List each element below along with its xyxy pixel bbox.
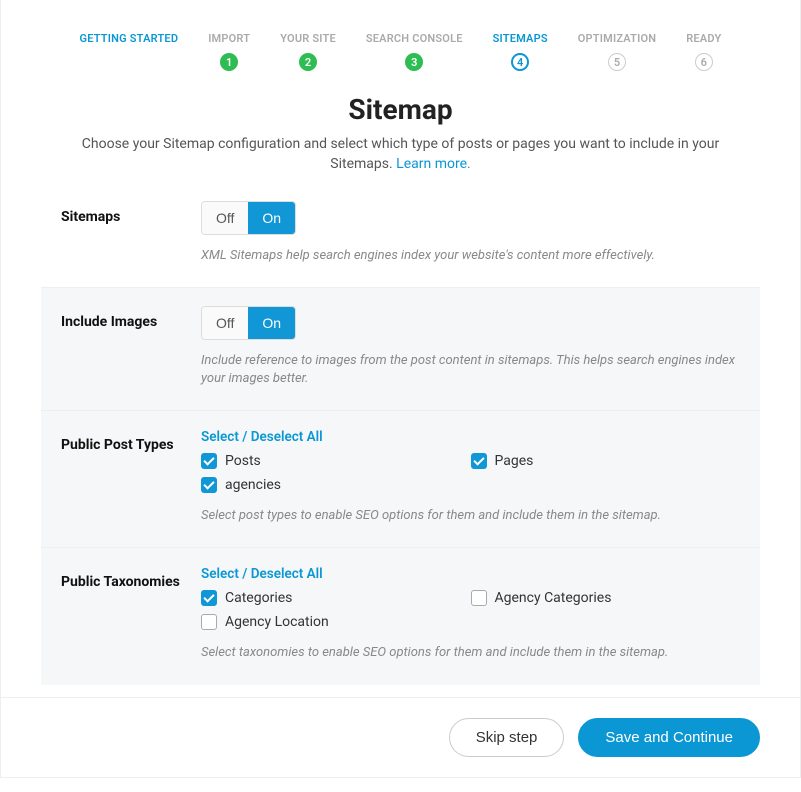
toggle-on[interactable]: On	[248, 307, 295, 339]
step-label: OPTIMIZATION	[578, 32, 656, 45]
checkbox-icon	[201, 590, 217, 606]
checkbox-icon	[471, 590, 487, 606]
step-label: YOUR SITE	[280, 32, 336, 45]
row-taxonomies: Public Taxonomies Select / Deselect All …	[41, 547, 760, 684]
page-header: Sitemap Choose your Sitemap configuratio…	[1, 81, 800, 197]
step-number: 6	[695, 53, 713, 71]
checkbox-agencies[interactable]: agencies	[201, 475, 471, 495]
taxonomies-list: Categories Agency Categories Agency Loca…	[201, 588, 740, 632]
setup-wizard: GETTING STARTED IMPORT 1 YOUR SITE 2 SEA…	[0, 0, 801, 778]
step-number: 1	[220, 53, 238, 71]
field-body: Off On XML Sitemaps help search engines …	[201, 201, 740, 265]
checkbox-icon	[471, 453, 487, 469]
step-number: 5	[608, 53, 626, 71]
images-toggle: Off On	[201, 306, 296, 340]
step-label: READY	[686, 32, 721, 45]
learn-more-link[interactable]: Learn more.	[396, 156, 471, 172]
checkbox-label: Pages	[495, 453, 534, 469]
sitemaps-toggle: Off On	[201, 201, 296, 235]
checkbox-posts[interactable]: Posts	[201, 451, 471, 471]
checkbox-label: Posts	[225, 453, 261, 469]
skip-button[interactable]: Skip step	[449, 718, 565, 757]
field-label: Include Images	[61, 306, 201, 330]
checkbox-label: Agency Location	[225, 614, 329, 630]
step-number: 3	[405, 53, 423, 71]
step-your-site[interactable]: YOUR SITE 2	[280, 32, 336, 71]
toggle-on[interactable]: On	[248, 202, 295, 234]
post-types-list: Posts Pages agencies	[201, 451, 740, 495]
step-getting-started[interactable]: GETTING STARTED	[80, 32, 179, 71]
row-sitemaps: Sitemaps Off On XML Sitemaps help search…	[41, 197, 760, 287]
checkbox-icon	[201, 614, 217, 630]
checkbox-label: Categories	[225, 590, 292, 606]
step-optimization[interactable]: OPTIMIZATION 5	[578, 32, 656, 71]
row-include-images: Include Images Off On Include reference …	[41, 287, 760, 410]
step-ready[interactable]: READY 6	[686, 32, 721, 71]
step-label: SEARCH CONSOLE	[366, 32, 463, 45]
step-sitemaps[interactable]: SITEMAPS 4	[493, 32, 548, 71]
step-search-console[interactable]: SEARCH CONSOLE 3	[366, 32, 463, 71]
checkbox-agency-categories[interactable]: Agency Categories	[471, 588, 741, 608]
select-all-taxonomies[interactable]: Select / Deselect All	[201, 566, 323, 582]
checkbox-agency-location[interactable]: Agency Location	[201, 612, 471, 632]
select-all-post-types[interactable]: Select / Deselect All	[201, 429, 323, 445]
step-label: GETTING STARTED	[80, 32, 179, 45]
field-body: Off On Include reference to images from …	[201, 306, 740, 388]
toggle-off[interactable]: Off	[202, 307, 248, 339]
step-import[interactable]: IMPORT 1	[208, 32, 250, 71]
page-title: Sitemap	[81, 93, 720, 126]
wizard-footer: Skip step Save and Continue	[1, 697, 800, 777]
wizard-steps: GETTING STARTED IMPORT 1 YOUR SITE 2 SEA…	[1, 0, 800, 81]
checkbox-categories[interactable]: Categories	[201, 588, 471, 608]
step-label: SITEMAPS	[493, 32, 548, 45]
step-label: IMPORT	[208, 32, 250, 45]
step-number: 2	[299, 53, 317, 71]
step-number: 4	[511, 53, 529, 71]
field-label: Public Post Types	[61, 429, 201, 453]
checkbox-pages[interactable]: Pages	[471, 451, 741, 471]
field-label: Public Taxonomies	[61, 566, 201, 590]
row-post-types: Public Post Types Select / Deselect All …	[41, 410, 760, 547]
field-hint: Select post types to enable SEO options …	[201, 507, 740, 525]
field-body: Select / Deselect All Posts Pages agenci…	[201, 429, 740, 525]
toggle-off[interactable]: Off	[202, 202, 248, 234]
save-and-continue-button[interactable]: Save and Continue	[578, 718, 760, 757]
checkbox-label: Agency Categories	[495, 590, 612, 606]
field-hint: XML Sitemaps help search engines index y…	[201, 247, 740, 265]
checkbox-icon	[201, 477, 217, 493]
field-hint: Select taxonomies to enable SEO options …	[201, 644, 740, 662]
settings-panel: Sitemaps Off On XML Sitemaps help search…	[1, 197, 800, 685]
checkbox-label: agencies	[225, 477, 281, 493]
field-label: Sitemaps	[61, 201, 201, 225]
checkbox-icon	[201, 453, 217, 469]
field-body: Select / Deselect All Categories Agency …	[201, 566, 740, 662]
page-description: Choose your Sitemap configuration and se…	[81, 134, 720, 175]
field-hint: Include reference to images from the pos…	[201, 352, 740, 388]
